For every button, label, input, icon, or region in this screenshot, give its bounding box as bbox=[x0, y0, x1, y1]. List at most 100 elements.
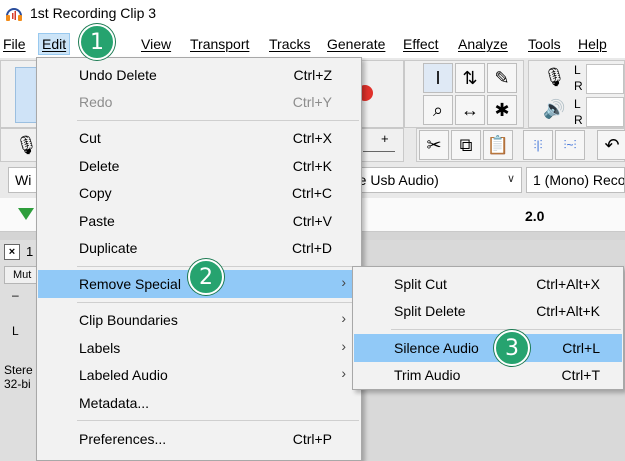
menu-item-preferences[interactable]: Preferences... Ctrl+P bbox=[38, 425, 360, 453]
menu-item-label: Undo Delete bbox=[79, 67, 157, 83]
zoom-tool-icon[interactable]: ⌕ bbox=[423, 95, 453, 125]
menu-separator bbox=[77, 420, 359, 421]
chevron-right-icon: › bbox=[341, 338, 346, 354]
remove-special-submenu: Split Cut Ctrl+Alt+X Split Delete Ctrl+A… bbox=[352, 266, 624, 390]
menu-item-label: Copy bbox=[79, 185, 112, 201]
menu-tracks[interactable]: Tracks bbox=[269, 36, 310, 52]
channels-value: 1 (Mono) Reco bbox=[533, 172, 625, 188]
submenu-item-trim-audio[interactable]: Trim Audio Ctrl+T bbox=[354, 361, 622, 389]
undo-icon[interactable]: ↶ bbox=[597, 130, 625, 160]
silence-icon[interactable]: ⫶~⫶ bbox=[555, 130, 585, 160]
audio-host-value: Wi bbox=[15, 172, 32, 188]
track-info-format: Stere bbox=[4, 363, 33, 377]
menu-item-label: Labels bbox=[79, 340, 121, 356]
record-meter[interactable] bbox=[586, 64, 624, 94]
speaker-icon[interactable]: 🔊 bbox=[543, 99, 565, 120]
edit-menu-dropdown: Undo Delete Ctrl+Z Redo Ctrl+Y Cut Ctrl+… bbox=[36, 57, 362, 461]
timeshift-tool-icon[interactable]: ↔ bbox=[455, 95, 485, 125]
close-track-icon[interactable]: × bbox=[4, 244, 20, 260]
menu-item-label: Preferences... bbox=[79, 431, 167, 447]
menu-item-label: Metadata... bbox=[79, 395, 150, 411]
menu-transport[interactable]: Transport bbox=[190, 36, 249, 52]
draw-tool-icon[interactable]: ✎ bbox=[487, 63, 517, 93]
menu-item-undo-delete[interactable]: Undo Delete Ctrl+Z bbox=[38, 61, 360, 89]
menu-item-shortcut: Ctrl+Alt+K bbox=[536, 303, 600, 319]
menu-item-labeled-audio[interactable]: Labeled Audio › bbox=[38, 361, 360, 389]
menu-item-shortcut: Ctrl+Alt+X bbox=[536, 276, 600, 292]
gain-plus: + bbox=[381, 131, 389, 146]
menu-item-label: Duplicate bbox=[79, 240, 138, 256]
menu-item-copy[interactable]: Copy Ctrl+C bbox=[38, 179, 360, 207]
channels-combo[interactable]: 1 (Mono) Reco bbox=[526, 167, 625, 193]
menu-separator bbox=[77, 302, 359, 303]
gain-slider[interactable] bbox=[363, 151, 395, 152]
menu-item-shortcut: Ctrl+C bbox=[291, 185, 332, 201]
menu-item-label: Redo bbox=[79, 94, 113, 110]
menu-item-label: Clip Boundaries bbox=[79, 312, 178, 328]
menu-item-shortcut: Ctrl+L bbox=[562, 340, 600, 356]
timeline-mark: 2.0 bbox=[525, 208, 545, 224]
menu-item-label: Silence Audio bbox=[394, 340, 479, 356]
paste-icon[interactable]: 📋 bbox=[483, 130, 513, 160]
menu-item-shortcut: Ctrl+V bbox=[292, 213, 332, 229]
menu-item-shortcut: Ctrl+P bbox=[292, 431, 332, 447]
menu-analyze[interactable]: Analyze bbox=[458, 36, 508, 52]
window-title: 1st Recording Clip 3 bbox=[30, 5, 157, 21]
menu-separator bbox=[77, 120, 359, 121]
menu-help[interactable]: Help bbox=[578, 36, 607, 52]
selection-tool-icon[interactable]: I bbox=[423, 63, 453, 93]
gain-minus: – bbox=[12, 288, 19, 302]
menu-generate[interactable]: Generate bbox=[327, 36, 385, 52]
chevron-down-icon: ∨ bbox=[506, 173, 515, 185]
menu-item-shortcut: Ctrl+K bbox=[292, 158, 332, 174]
menu-item-redo[interactable]: Redo Ctrl+Y bbox=[38, 88, 360, 116]
menu-view[interactable]: View bbox=[141, 36, 171, 52]
track-info-bits: 32-bi bbox=[4, 377, 31, 391]
meter-label-r: R bbox=[574, 79, 583, 93]
chevron-right-icon: › bbox=[341, 365, 346, 381]
meter-label-l: L bbox=[574, 63, 581, 77]
submenu-item-split-delete[interactable]: Split Delete Ctrl+Alt+K bbox=[354, 297, 622, 325]
step-badge-2: 2 bbox=[188, 259, 224, 295]
envelope-tool-icon[interactable]: ⇅ bbox=[455, 63, 485, 93]
menu-item-shortcut: Ctrl+Y bbox=[292, 94, 332, 110]
menu-item-shortcut: Ctrl+T bbox=[561, 367, 601, 383]
copy-icon[interactable]: ⧉ bbox=[451, 130, 481, 160]
multi-tool-icon[interactable]: ✱ bbox=[487, 95, 517, 125]
trim-icon[interactable]: ⫶|⫶ bbox=[523, 130, 553, 160]
chevron-right-icon: › bbox=[341, 274, 346, 290]
menu-item-metadata[interactable]: Metadata... bbox=[38, 389, 360, 417]
menu-item-clip-boundaries[interactable]: Clip Boundaries › bbox=[38, 306, 360, 334]
menu-item-cut[interactable]: Cut Ctrl+X bbox=[38, 124, 360, 152]
menu-edit[interactable]: Edit bbox=[38, 33, 71, 55]
menu-effect[interactable]: Effect bbox=[403, 36, 439, 52]
menu-item-label: Trim Audio bbox=[394, 367, 461, 383]
menu-item-shortcut: Ctrl+Z bbox=[293, 67, 333, 83]
submenu-item-split-cut[interactable]: Split Cut Ctrl+Alt+X bbox=[354, 270, 622, 298]
pan-left-label: L bbox=[12, 324, 19, 338]
output-device-combo[interactable]: rite Usb Audio) ∨ bbox=[340, 167, 522, 193]
menu-item-label: Delete bbox=[79, 158, 120, 174]
menu-file[interactable]: File bbox=[3, 36, 26, 52]
track-name[interactable]: 1 bbox=[26, 244, 33, 259]
microphone-icon: 🎙 bbox=[15, 135, 38, 155]
tools-toolbar: I ⇅ ✎ ⌕ ↔ ✱ bbox=[404, 60, 524, 128]
menu-item-paste[interactable]: Paste Ctrl+V bbox=[38, 207, 360, 235]
cut-icon[interactable]: ✂ bbox=[419, 130, 449, 160]
meter-toolbar: 🎙 🔊 L R L R bbox=[528, 60, 625, 128]
menu-item-labels[interactable]: Labels › bbox=[38, 334, 360, 362]
menu-tools[interactable]: Tools bbox=[528, 36, 561, 52]
menu-item-label: Remove Special bbox=[79, 276, 181, 292]
playback-meter[interactable] bbox=[586, 97, 624, 127]
chevron-right-icon: › bbox=[341, 310, 346, 326]
microphone-icon[interactable]: 🎙 bbox=[543, 67, 566, 88]
menu-item-label: Cut bbox=[79, 130, 101, 146]
submenu-item-silence-audio[interactable]: Silence Audio Ctrl+L bbox=[354, 334, 622, 362]
menu-item-shortcut: Ctrl+D bbox=[291, 240, 332, 256]
menu-item-delete[interactable]: Delete Ctrl+K bbox=[38, 152, 360, 180]
menu-item-duplicate[interactable]: Duplicate Ctrl+D bbox=[38, 234, 360, 262]
step-badge-3: 3 bbox=[494, 330, 530, 366]
meter-label-l: L bbox=[574, 97, 581, 111]
play-head-icon[interactable] bbox=[16, 206, 36, 224]
menu-item-shortcut: Ctrl+X bbox=[292, 130, 332, 146]
